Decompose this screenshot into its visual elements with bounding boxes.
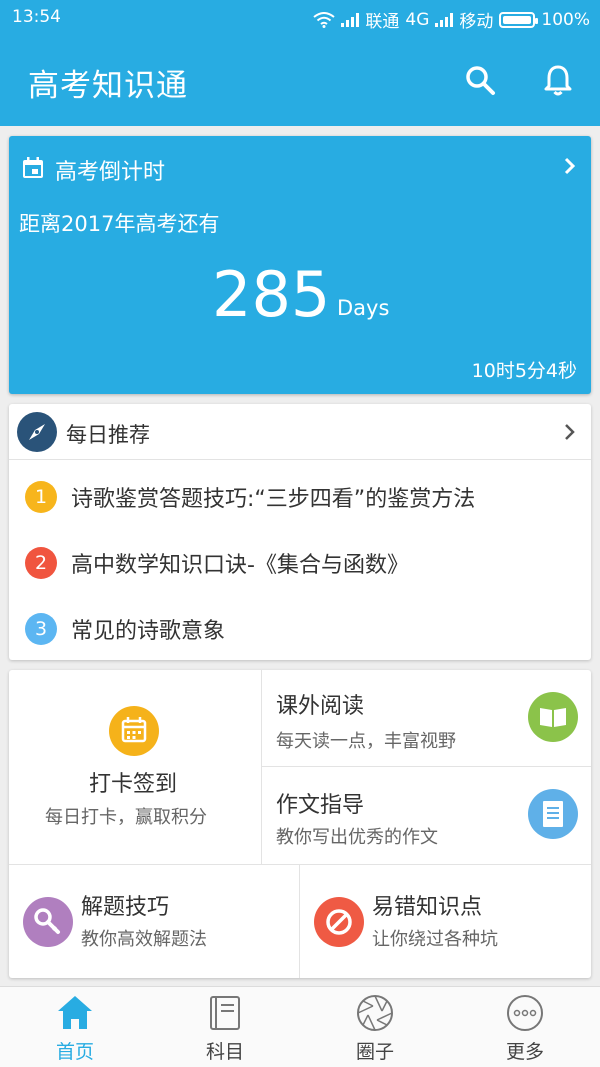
chevron-right-icon[interactable] <box>563 422 577 442</box>
nav-label: 圈子 <box>355 1041 394 1063</box>
carrier-2: 移动 <box>459 12 494 32</box>
nav-label: 首页 <box>55 1041 94 1063</box>
feature-grid: 打卡签到 每日打卡，赢取积分 课外阅读 每天读一点，丰富视野 作文指导 教你写出… <box>9 670 591 978</box>
network-type: 4G <box>405 9 430 30</box>
document-icon <box>528 789 578 839</box>
feature-desc: 让你绕过各种坑 <box>372 929 498 950</box>
feature-title: 易错知识点 <box>372 895 483 920</box>
chevron-right-icon[interactable] <box>563 156 577 176</box>
feature-desc: 每天读一点，丰富视野 <box>276 731 456 752</box>
battery-icon <box>499 11 539 28</box>
checkin-tile[interactable]: 打卡签到 每日打卡，赢取积分 <box>9 670 261 864</box>
rank-badge: 1 <box>25 481 57 513</box>
home-icon <box>58 996 92 1029</box>
recommend-item-text: 诗歌鉴赏答题技巧:“三步四看”的鉴赏方法 <box>71 487 476 512</box>
top-bar: 13:54 联通 4G 移动 100% 高考知识通 <box>0 0 600 126</box>
nav-label: 科目 <box>205 1041 244 1063</box>
rank-badge: 2 <box>25 547 57 579</box>
carrier-1: 联通 <box>365 12 400 32</box>
search-icon[interactable] <box>462 62 498 98</box>
key-icon <box>23 897 73 947</box>
status-time: 13:54 <box>12 7 61 27</box>
app-title: 高考知识通 <box>28 68 188 104</box>
battery-percent: 100% <box>541 9 590 30</box>
reading-tile[interactable]: 课外阅读 每天读一点，丰富视野 <box>262 670 591 766</box>
feature-title: 课外阅读 <box>276 694 365 719</box>
bell-icon[interactable] <box>540 62 576 98</box>
aperture-icon <box>357 995 393 1031</box>
solving-tile[interactable]: 解题技巧 教你高效解题法 <box>9 865 299 978</box>
open-book-icon <box>528 692 578 742</box>
list-item[interactable]: 1 诗歌鉴赏答题技巧:“三步四看”的鉴赏方法 <box>9 466 591 526</box>
recommend-item-text: 高中数学知识口诀-《集合与函数》 <box>71 553 409 578</box>
list-item[interactable]: 3 常见的诗歌意象 <box>9 598 591 658</box>
countdown-card[interactable]: 高考倒计时 距离2017年高考还有 285 Days 10时5分4秒 <box>9 136 591 394</box>
feature-title: 打卡签到 <box>89 772 178 797</box>
feature-desc: 教你写出优秀的作文 <box>276 827 438 848</box>
nav-subjects[interactable]: 科目 <box>150 987 300 1067</box>
status-bar: 13:54 联通 4G 移动 100% <box>0 0 600 36</box>
writing-tile[interactable]: 作文指导 教你写出优秀的作文 <box>262 767 591 864</box>
rank-badge: 3 <box>25 613 57 645</box>
nav-home[interactable]: 首页 <box>0 987 150 1067</box>
feature-desc: 每日打卡，赢取积分 <box>45 807 207 828</box>
book-icon <box>210 996 240 1030</box>
calendar-icon <box>109 706 159 756</box>
countdown-title: 高考倒计时 <box>55 160 166 185</box>
list-item[interactable]: 2 高中数学知识口诀-《集合与函数》 <box>9 532 591 592</box>
nav-more[interactable]: 更多 <box>450 987 600 1067</box>
more-icon <box>507 995 543 1031</box>
prohibited-icon <box>314 897 364 947</box>
countdown-days: 285 <box>212 258 331 331</box>
calendar-icon <box>23 157 43 178</box>
status-indicators: 联通 4G 移动 100% <box>313 7 590 32</box>
bottom-nav: 首页 科目 圈子 更多 <box>0 986 600 1067</box>
countdown-remaining-time: 10时5分4秒 <box>471 360 577 382</box>
recommend-item-text: 常见的诗歌意象 <box>71 619 226 644</box>
signal-icon <box>341 12 360 27</box>
feature-desc: 教你高效解题法 <box>81 929 207 950</box>
recommend-header[interactable]: 每日推荐 <box>9 404 591 460</box>
signal-icon <box>435 12 454 27</box>
recommend-title: 每日推荐 <box>66 423 150 447</box>
compass-icon <box>17 412 57 452</box>
countdown-unit: Days <box>337 296 390 320</box>
nav-circle[interactable]: 圈子 <box>300 987 450 1067</box>
feature-title: 作文指导 <box>276 793 365 818</box>
countdown-subtitle: 距离2017年高考还有 <box>19 212 220 236</box>
wifi-icon <box>313 11 336 28</box>
mistakes-tile[interactable]: 易错知识点 让你绕过各种坑 <box>300 865 591 978</box>
feature-title: 解题技巧 <box>81 895 170 920</box>
daily-recommend-card: 每日推荐 1 诗歌鉴赏答题技巧:“三步四看”的鉴赏方法 2 高中数学知识口诀-《… <box>9 404 591 660</box>
nav-label: 更多 <box>505 1041 544 1063</box>
